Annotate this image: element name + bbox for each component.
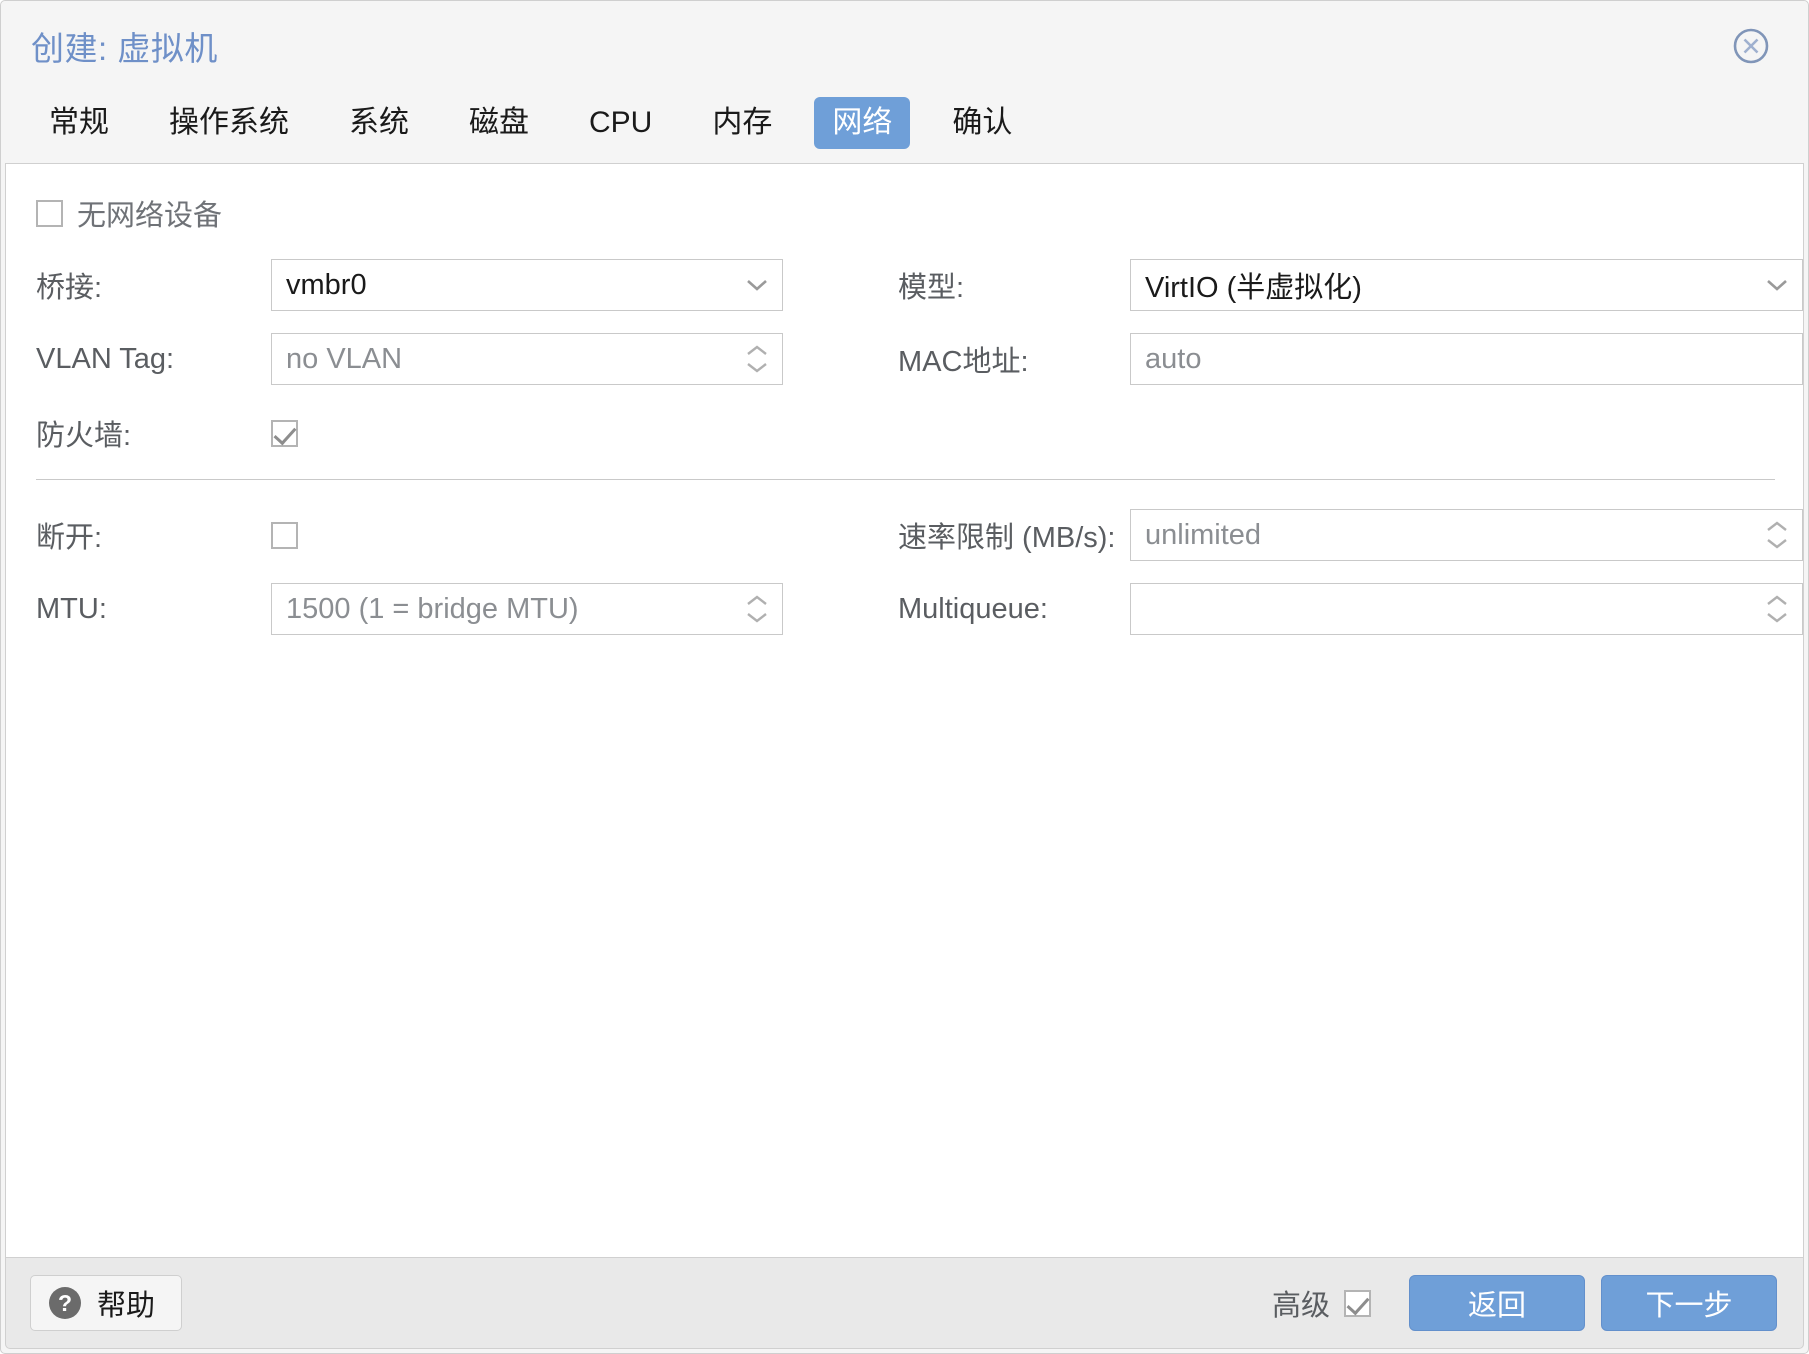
no-network-device-checkbox-box[interactable]: [36, 199, 63, 227]
form-row-firewall: 防火墙:: [6, 400, 1803, 466]
dialog-title: 创建: 虚拟机: [31, 30, 218, 67]
chevron-down-icon[interactable]: [1764, 277, 1790, 293]
close-icon[interactable]: [1730, 25, 1772, 67]
multiqueue-label: Multiqueue:: [898, 592, 1048, 625]
spinner-icon[interactable]: [744, 341, 770, 377]
dialog-header: 创建: 虚拟机: [1, 1, 1808, 83]
bridge-value: vmbr0: [286, 268, 367, 301]
multiqueue-input[interactable]: [1130, 583, 1803, 635]
spinner-icon[interactable]: [1764, 591, 1790, 627]
mac-address-input[interactable]: auto: [1130, 333, 1803, 385]
vlan-tag-label: VLAN Tag:: [36, 342, 175, 375]
mtu-label: MTU:: [36, 592, 107, 625]
mtu-input[interactable]: 1500 (1 = bridge MTU): [271, 583, 783, 635]
form-cell-mac-address: MAC地址: auto: [898, 333, 1803, 385]
tab-network[interactable]: 网络: [814, 96, 911, 150]
form-cell-disconnect: 断开:: [6, 514, 898, 556]
no-network-device-label: 无网络设备: [77, 200, 223, 232]
disconnect-label: 断开:: [36, 522, 103, 554]
spinner-icon[interactable]: [1764, 517, 1790, 553]
form-cell-model: 模型: VirtIO (半虚拟化): [898, 259, 1803, 311]
create-vm-dialog: 创建: 虚拟机 常规 操作系统 系统 磁盘 CPU 内存 网络 确认 无网络设备: [0, 0, 1809, 1354]
disconnect-checkbox[interactable]: [271, 521, 298, 549]
tab-confirm[interactable]: 确认: [934, 97, 1030, 150]
advanced-checkbox[interactable]: [1344, 1289, 1371, 1317]
rate-limit-value: unlimited: [1145, 518, 1262, 551]
mtu-value: 1500 (1 = bridge MTU): [286, 592, 579, 625]
mac-address-label: MAC地址:: [898, 346, 1029, 378]
tab-cpu[interactable]: CPU: [571, 97, 670, 150]
form-cell-bridge: 桥接: vmbr0: [6, 259, 898, 311]
dialog-body: 无网络设备 桥接: vmbr0 模型: VirtIO (半虚拟化) VLAN T…: [5, 163, 1804, 1257]
section-divider: [36, 479, 1775, 480]
tab-system[interactable]: 系统: [331, 97, 427, 150]
footer-actions: 高级 返回 下一步: [1272, 1275, 1777, 1331]
help-button-label: 帮助: [97, 1290, 156, 1322]
form-cell-mtu: MTU: 1500 (1 = bridge MTU): [6, 583, 898, 635]
network-form-grid: 桥接: vmbr0 模型: VirtIO (半虚拟化) VLAN Tag: no…: [6, 252, 1803, 650]
tab-os[interactable]: 操作系统: [151, 97, 307, 150]
spinner-icon[interactable]: [744, 591, 770, 627]
model-select[interactable]: VirtIO (半虚拟化): [1130, 259, 1803, 311]
vlan-tag-input[interactable]: no VLAN: [271, 333, 783, 385]
no-network-device-checkbox[interactable]: 无网络设备: [36, 192, 222, 234]
firewall-checkbox[interactable]: [271, 419, 298, 447]
tab-bar: 常规 操作系统 系统 磁盘 CPU 内存 网络 确认: [1, 83, 1808, 163]
rate-limit-label: 速率限制 (MB/s):: [898, 522, 1116, 554]
form-row-disconnect-ratelimit: 断开: 速率限制 (MB/s): unlimited: [6, 502, 1803, 568]
form-row-bridge-model: 桥接: vmbr0 模型: VirtIO (半虚拟化): [6, 252, 1803, 318]
tab-memory[interactable]: 内存: [694, 97, 790, 150]
rate-limit-input[interactable]: unlimited: [1130, 509, 1803, 561]
form-row-vlan-mac: VLAN Tag: no VLAN MAC地址: auto: [6, 326, 1803, 392]
dialog-footer: ? 帮助 高级 返回 下一步: [5, 1257, 1804, 1349]
model-label: 模型:: [898, 272, 965, 304]
advanced-toggle[interactable]: 高级: [1272, 1282, 1371, 1324]
vlan-tag-value: no VLAN: [286, 342, 403, 375]
back-button[interactable]: 返回: [1409, 1275, 1585, 1331]
firewall-label: 防火墙:: [36, 420, 132, 452]
bridge-label: 桥接:: [36, 272, 103, 304]
form-row-mtu-multiqueue: MTU: 1500 (1 = bridge MTU) Multiqueue:: [6, 576, 1803, 642]
tab-disks[interactable]: 磁盘: [451, 97, 547, 150]
next-button[interactable]: 下一步: [1601, 1275, 1777, 1331]
question-mark-icon: ?: [49, 1287, 81, 1319]
chevron-down-icon[interactable]: [744, 277, 770, 293]
advanced-label: 高级: [1271, 1290, 1330, 1322]
form-cell-firewall: 防火墙:: [6, 412, 904, 454]
mac-address-value: auto: [1145, 342, 1202, 375]
form-cell-vlan-tag: VLAN Tag: no VLAN: [6, 333, 898, 385]
help-button[interactable]: ? 帮助: [30, 1275, 183, 1331]
form-cell-multiqueue: Multiqueue:: [898, 583, 1803, 635]
tab-general[interactable]: 常规: [31, 97, 127, 150]
model-value: VirtIO (半虚拟化): [1145, 272, 1362, 304]
bridge-select[interactable]: vmbr0: [271, 259, 783, 311]
form-cell-rate-limit: 速率限制 (MB/s): unlimited: [898, 509, 1803, 561]
